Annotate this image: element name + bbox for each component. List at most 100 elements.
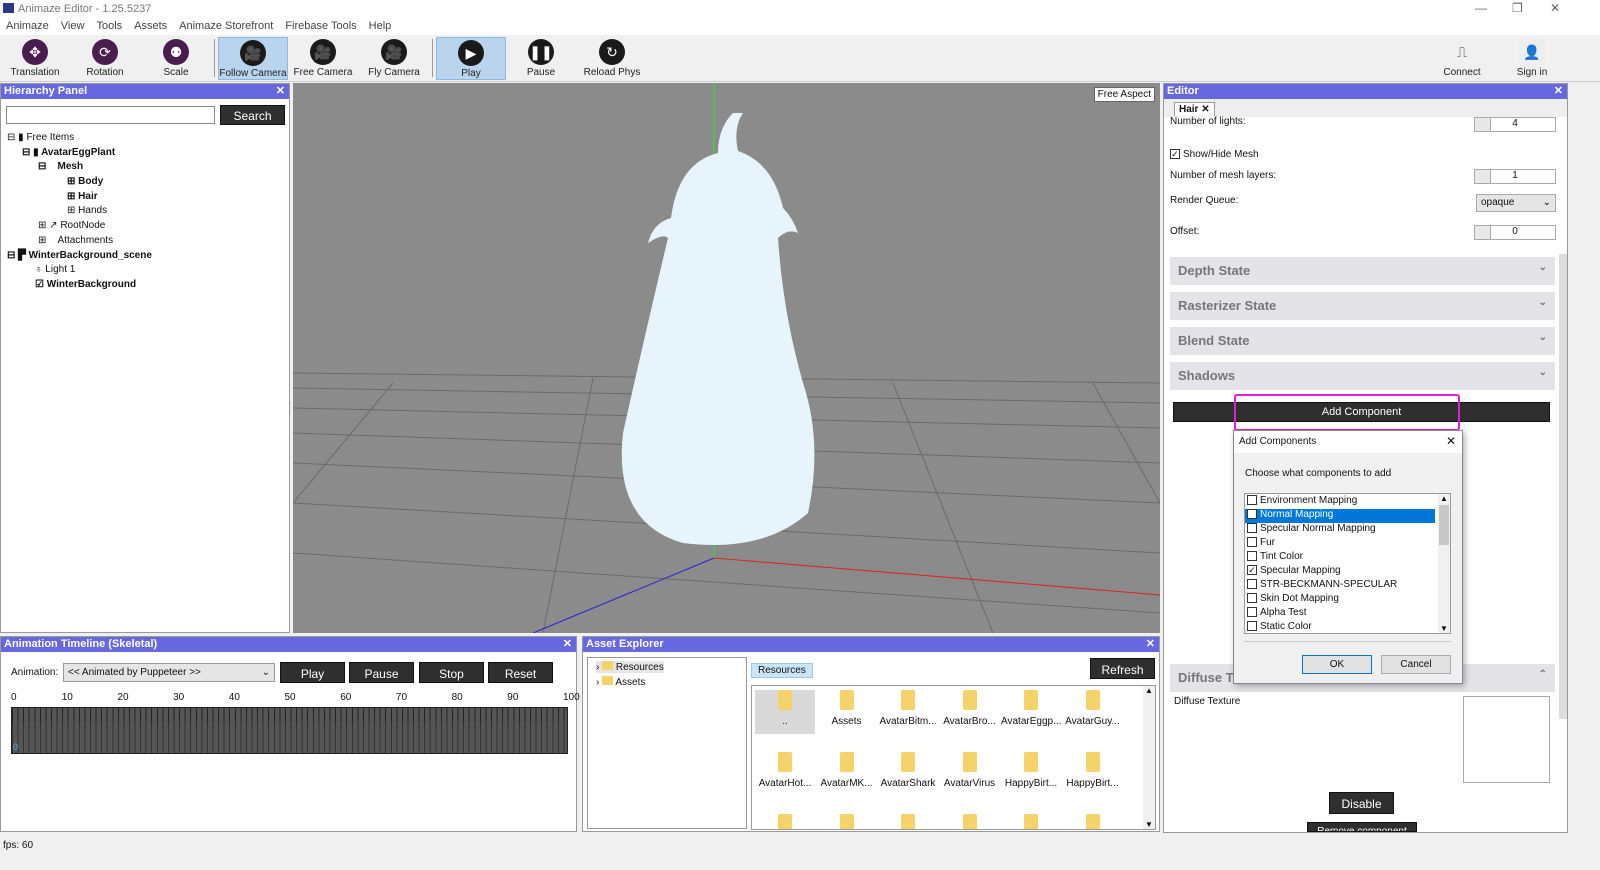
timeline-reset-button[interactable]: Reset bbox=[488, 662, 553, 683]
offset-stepper[interactable]: 0 bbox=[1474, 225, 1556, 240]
tree-item[interactable]: ☑ WinterBackground bbox=[7, 279, 152, 294]
pause-button[interactable]: ❚❚ Pause bbox=[506, 37, 576, 80]
asset-folder[interactable] bbox=[878, 814, 938, 829]
checkbox[interactable]: ✓ bbox=[1247, 509, 1257, 520]
asset-folder[interactable] bbox=[817, 814, 877, 829]
tree-item[interactable]: ⊞ Hair bbox=[7, 191, 152, 206]
depth-state-section[interactable]: Depth State ⌄ bbox=[1170, 257, 1555, 285]
menu-animaze[interactable]: Animaze bbox=[6, 20, 49, 32]
component-option[interactable]: Fur bbox=[1245, 537, 1435, 551]
component-option[interactable]: STR-BECKMANN-SPECULAR bbox=[1245, 579, 1435, 593]
render-queue-select[interactable]: opaque ⌄ bbox=[1476, 194, 1556, 212]
asset-folder[interactable]: AvatarBitm... bbox=[878, 690, 938, 727]
menu-assets[interactable]: Assets bbox=[134, 20, 167, 32]
rasterizer-state-section[interactable]: Rasterizer State ⌄ bbox=[1170, 292, 1555, 320]
checkbox[interactable] bbox=[1247, 495, 1257, 506]
tree-item[interactable]: ⊞ Attachments bbox=[7, 235, 152, 250]
asset-folder[interactable]: AvatarShark bbox=[878, 752, 938, 789]
rotation-button[interactable]: ⟳ Rotation bbox=[70, 37, 140, 80]
play-button[interactable]: ▶ Play bbox=[436, 37, 506, 80]
menu-help[interactable]: Help bbox=[369, 20, 392, 32]
component-option[interactable]: Skin Dot Mapping bbox=[1245, 593, 1435, 607]
close-icon[interactable]: ✕ bbox=[1550, 1, 1560, 15]
checkbox[interactable] bbox=[1247, 593, 1257, 604]
component-option[interactable]: ✓ Specular Mapping bbox=[1245, 565, 1435, 579]
show-hide-mesh-checkbox[interactable]: ✓ Show/Hide Mesh bbox=[1170, 149, 1259, 160]
refresh-button[interactable]: Refresh bbox=[1090, 658, 1155, 679]
asset-folder[interactable] bbox=[755, 814, 815, 829]
checkbox[interactable] bbox=[1247, 523, 1257, 534]
scale-button[interactable]: ⚉ Scale bbox=[141, 37, 211, 80]
component-option[interactable]: ✓ Normal Mapping bbox=[1245, 509, 1435, 523]
disable-button[interactable]: Disable bbox=[1329, 792, 1394, 814]
timeline-play-button[interactable]: Play bbox=[280, 662, 345, 683]
num-lights-stepper[interactable]: 4 bbox=[1474, 117, 1556, 132]
scrollbar[interactable]: ▲ ▼ bbox=[1438, 494, 1450, 633]
translation-button[interactable]: ✥ Translation bbox=[0, 37, 70, 80]
checkbox[interactable] bbox=[1247, 621, 1257, 632]
search-input[interactable] bbox=[6, 106, 215, 124]
close-icon[interactable]: ✕ bbox=[276, 84, 285, 97]
component-option[interactable]: Tint Color bbox=[1245, 551, 1435, 565]
scrollbar[interactable]: ▲ ▼ bbox=[1143, 686, 1155, 829]
asset-folder[interactable]: HappyBirt... bbox=[1063, 752, 1123, 789]
asset-folder[interactable]: Assets bbox=[817, 690, 877, 727]
tree-item[interactable]: ⊟ ▮ AvatarEggPlant bbox=[7, 147, 152, 162]
menu-tools[interactable]: Tools bbox=[96, 20, 122, 32]
tree-item[interactable]: ⊞ Hands bbox=[7, 205, 152, 220]
minimize-icon[interactable]: — bbox=[1475, 1, 1487, 15]
asset-folder[interactable] bbox=[940, 814, 1000, 829]
tree-item[interactable]: ♁ Light 1 bbox=[7, 264, 152, 279]
asset-folder[interactable] bbox=[1001, 814, 1061, 829]
fly-camera-button[interactable]: 🎥 Fly Camera bbox=[359, 37, 429, 80]
timeline-pause-button[interactable]: Pause bbox=[349, 662, 414, 683]
component-option[interactable]: Specular Normal Mapping bbox=[1245, 523, 1435, 537]
follow-camera-button[interactable]: 🎥 Follow Camera bbox=[218, 37, 288, 80]
asset-folder[interactable] bbox=[1063, 814, 1123, 829]
asset-folder[interactable]: AvatarBro... bbox=[940, 690, 1000, 727]
checkbox[interactable] bbox=[1247, 551, 1257, 562]
asset-folder[interactable]: AvatarMK... bbox=[817, 752, 877, 789]
asset-folder[interactable]: .. bbox=[755, 690, 815, 734]
close-icon[interactable]: ✕ bbox=[1554, 84, 1563, 97]
animation-select[interactable]: << Animated by Puppeteer >> ⌄ bbox=[63, 663, 275, 682]
timeline-stop-button[interactable]: Stop bbox=[419, 662, 484, 683]
menu-view[interactable]: View bbox=[61, 20, 85, 32]
close-icon[interactable]: ✕ bbox=[1201, 104, 1209, 115]
component-option[interactable]: Environment Mapping bbox=[1245, 495, 1435, 509]
checkbox[interactable] bbox=[1247, 537, 1257, 548]
remove-component-button[interactable]: Remove component bbox=[1307, 822, 1417, 832]
component-option[interactable]: Static Color bbox=[1245, 621, 1435, 635]
tree-item[interactable]: ⊞ Body bbox=[7, 176, 152, 191]
diffuse-texture-slot[interactable] bbox=[1463, 696, 1550, 783]
asset-folder[interactable]: AvatarHot... bbox=[755, 752, 815, 789]
asset-folder[interactable]: AvatarGuy... bbox=[1063, 690, 1123, 727]
aspect-dropdown[interactable]: Free Aspect bbox=[1093, 87, 1155, 102]
asset-folder[interactable]: AvatarEggp... bbox=[1001, 690, 1061, 727]
blend-state-section[interactable]: Blend State ⌄ bbox=[1170, 327, 1555, 355]
tree-item[interactable]: ⊟ ▮ Free Items bbox=[7, 132, 152, 147]
breadcrumb[interactable]: Resources bbox=[751, 663, 813, 678]
shadows-section[interactable]: Shadows ⌄ bbox=[1170, 362, 1555, 390]
tab-hair[interactable]: Hair ✕ bbox=[1174, 102, 1215, 116]
timeline-track[interactable]: 0 bbox=[11, 707, 568, 754]
close-icon[interactable]: ✕ bbox=[563, 637, 572, 650]
sign-in-button[interactable]: 👤 Sign in bbox=[1497, 37, 1567, 80]
component-option[interactable]: Alpha Test bbox=[1245, 607, 1435, 621]
3d-viewport[interactable]: Free Aspect bbox=[293, 83, 1160, 633]
close-icon[interactable]: ✕ bbox=[1146, 637, 1155, 650]
tree-item[interactable]: ⊟ Mesh bbox=[7, 161, 152, 176]
timeline-cursor[interactable]: 0 bbox=[13, 742, 18, 752]
reload-phys-button[interactable]: ↻ Reload Phys bbox=[577, 37, 647, 80]
menu-storefront[interactable]: Animaze Storefront bbox=[179, 20, 273, 32]
checkbox[interactable] bbox=[1247, 607, 1257, 618]
checkbox[interactable]: ✓ bbox=[1247, 565, 1257, 576]
connect-button[interactable]: ⎍ Connect bbox=[1427, 37, 1497, 80]
asset-folder[interactable]: HappyBirt... bbox=[1001, 752, 1061, 789]
ok-button[interactable]: OK bbox=[1302, 655, 1372, 674]
restore-icon[interactable]: ❐ bbox=[1512, 1, 1523, 15]
checkbox[interactable] bbox=[1247, 579, 1257, 590]
search-button[interactable]: Search bbox=[220, 105, 285, 125]
tree-item[interactable]: ⊟ ▛ WinterBackground_scene bbox=[7, 250, 152, 265]
tree-item-assets[interactable]: › Assets bbox=[596, 676, 645, 688]
